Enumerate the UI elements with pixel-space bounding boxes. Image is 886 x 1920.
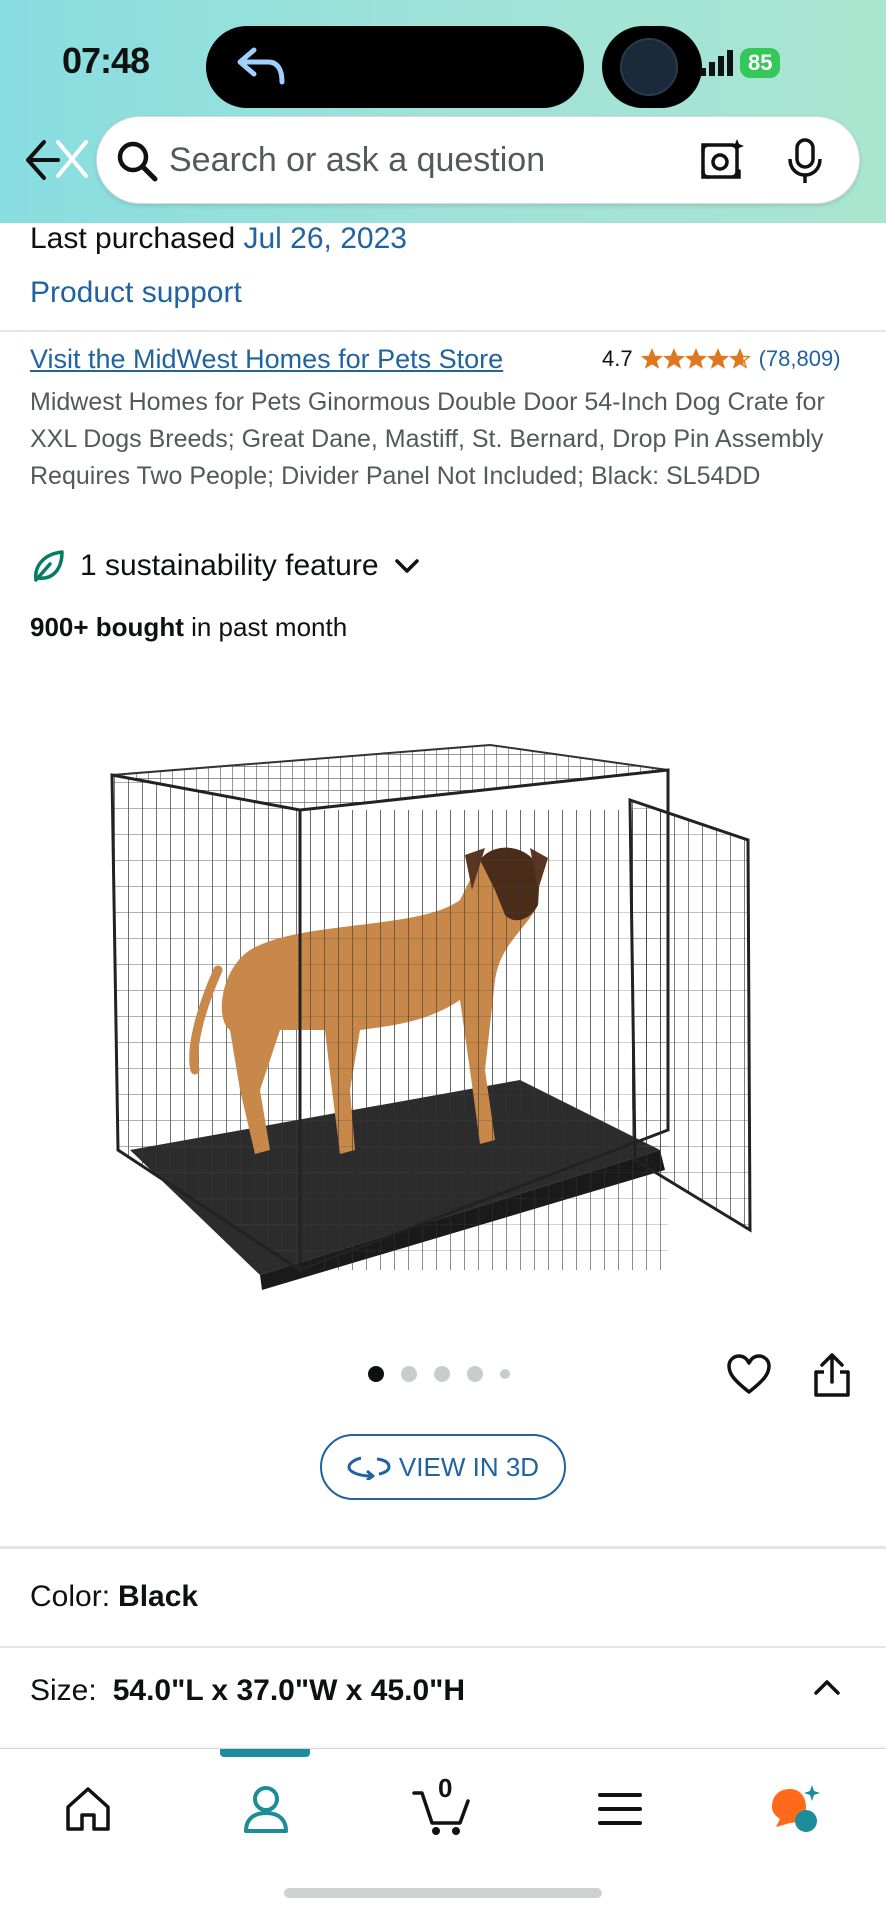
battery-badge: 85 [740,48,781,78]
app-badge-icon [620,38,678,96]
status-indicators: 85 [700,48,781,78]
return-arrow-icon [237,47,285,85]
bought-count-rest: in past month [183,612,348,642]
last-purchased-label: Last purchased [30,222,236,255]
sustainability-toggle[interactable]: 1 sustainability feature [30,548,421,584]
status-time: 07:48 [62,40,150,81]
color-label: Color: [30,1580,111,1613]
camera-search-icon[interactable] [697,137,745,185]
divider [0,1546,886,1549]
signal-icon [700,50,733,76]
star-rating [640,348,751,370]
app-header: 07:48 85 [0,0,886,223]
cart-count: 0 [438,1773,453,1803]
rufus-assistant-icon[interactable] [766,1779,826,1839]
search-bar[interactable] [96,116,860,204]
store-link[interactable]: Visit the MidWest Homes for Pets Store [30,344,503,375]
carousel-dot[interactable] [434,1366,450,1382]
star-icon [728,348,751,369]
image-carousel-dots[interactable] [368,1366,510,1382]
divider [0,1646,886,1648]
last-purchased-date[interactable]: Jul 26, 2023 [243,222,406,255]
menu-icon[interactable] [590,1779,650,1839]
rating-value: 4.7 [602,346,633,371]
carousel-dot[interactable] [401,1366,417,1382]
sustainability-label: 1 sustainability feature [80,549,379,582]
star-icon [706,348,729,369]
account-icon[interactable] [236,1779,296,1839]
search-input[interactable] [169,137,689,183]
search-icon [117,141,158,182]
product-title: Midwest Homes for Pets Ginormous Double … [30,388,825,490]
view-in-3d-button[interactable]: VIEW IN 3D [320,1434,566,1500]
size-selector[interactable]: Size: 54.0"L x 37.0"W x 45.0"H [30,1674,860,1708]
share-icon[interactable] [812,1352,852,1398]
bought-count: 900+ bought in past month [30,612,347,643]
chevron-up-icon[interactable] [812,1676,842,1698]
color-selector[interactable]: Color: Black [30,1580,198,1614]
size-value: 54.0"L x 37.0"W x 45.0"H [112,1674,466,1707]
last-purchased: Last purchased Jul 26, 2023 [30,222,407,256]
chevron-down-icon [394,559,419,573]
color-value: Black [118,1580,199,1613]
microphone-icon[interactable] [785,137,825,185]
carousel-dot[interactable] [500,1369,510,1379]
back-close-icon[interactable] [24,136,88,184]
rating-count: (78,809) [758,346,841,371]
live-activity[interactable] [602,26,702,108]
product-image[interactable] [100,730,760,1290]
carousel-dot[interactable] [368,1366,384,1382]
home-icon[interactable] [58,1779,118,1839]
product-support-link[interactable]: Product support [30,276,242,310]
home-indicator[interactable] [284,1888,602,1898]
star-icon [640,348,663,369]
rating-summary[interactable]: 4.7 (78,809) [602,346,841,372]
size-label: Size: [30,1674,97,1707]
carousel-dot[interactable] [467,1366,483,1382]
leaf-icon [34,550,64,582]
divider [0,330,886,332]
active-tab-indicator [220,1749,310,1757]
dynamic-island[interactable] [206,26,584,108]
bought-count-bold: 900+ bought [30,612,184,642]
rotate-3d-icon [347,1456,391,1480]
star-icon [662,348,685,369]
heart-icon[interactable] [726,1354,772,1396]
view-in-3d-label: VIEW IN 3D [398,1451,540,1482]
star-icon [684,348,707,369]
